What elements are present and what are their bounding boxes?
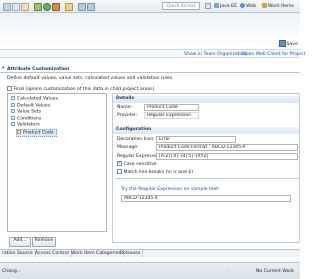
print-icon[interactable] [21, 3, 29, 11]
folder-icon [11, 122, 15, 126]
editor-tabs: ration Source Access Control Work Item C… [0, 249, 300, 257]
details-header: Details [113, 96, 299, 103]
match-line-breaks-row[interactable]: Match line breaks (\n \r and $) [117, 169, 193, 175]
tree-item-value-sets[interactable]: Value Sets [11, 109, 41, 115]
tab-access-control[interactable]: Access Control [33, 250, 72, 257]
match-line-breaks-checkbox[interactable] [117, 169, 122, 174]
decoration-icon-select[interactable]: Error [156, 136, 236, 143]
add-button[interactable]: Add... [9, 237, 31, 247]
section-title: Attribute Customization [7, 66, 70, 72]
details-panel: Details Name: Product Code Provider: Reg… [112, 93, 300, 243]
save-toolbar-icon[interactable] [12, 3, 20, 11]
open-perspective-icon[interactable] [205, 3, 211, 9]
perspective-web[interactable]: Web [240, 2, 256, 10]
editor-links-bar: Show in Team Organization | Open Web Cli… [0, 49, 305, 58]
sample-text-field[interactable]: ABCD-12345-X [121, 195, 291, 202]
run-icon[interactable] [43, 3, 51, 11]
name-label: Name: [117, 105, 133, 110]
message-field[interactable]: Product Code Format : ABCD-12345-X [156, 144, 298, 151]
sample-text-hint: Try the Regular Expression on sample tex… [121, 187, 220, 192]
folder-icon [11, 109, 15, 113]
search-toolbar-icon[interactable] [65, 3, 73, 11]
tree-item-product-code[interactable]: Product Code [16, 128, 57, 137]
debug-icon[interactable] [34, 3, 42, 11]
back-icon[interactable] [78, 3, 86, 11]
regular-expression-field[interactable]: [A-Z]{4}-\d{5}-[XYZ] [156, 153, 298, 160]
tab-configuration-source[interactable]: ration Source [0, 250, 36, 257]
java-ee-icon [214, 2, 219, 8]
match-line-breaks-label: Match line breaks (\n \r and $) [123, 169, 194, 175]
provider-field: Regular Expression [144, 112, 199, 119]
quick-access-placeholder: Quick Access [167, 3, 196, 9]
message-label: Message: [117, 145, 139, 150]
final-checkbox-label: Final (ignore customization of this data… [13, 86, 155, 92]
folder-icon [11, 115, 15, 120]
regex-test-group: Try the Regular Expression on sample tex… [115, 178, 299, 204]
section-description: Define default values, value sets, calcu… [7, 76, 174, 81]
perspective-work-items[interactable]: Work Items [262, 2, 294, 10]
provider-label: Provider: [117, 113, 138, 118]
link-separator: | [238, 51, 240, 57]
tree-item-default-values[interactable]: Default Values [11, 102, 50, 109]
tab-work-item-categories[interactable]: Work Item Categories [69, 250, 124, 257]
tree-item-conditions[interactable]: Conditions [11, 115, 41, 122]
current-work-status[interactable]: No Current Work [256, 269, 294, 274]
tree-item-validators[interactable]: Validators [11, 122, 40, 128]
forward-icon[interactable] [87, 3, 95, 11]
case-sensitive-label: Case sensitive [123, 161, 157, 167]
perspective-java-ee[interactable]: Java EE [214, 2, 237, 10]
web-icon [240, 2, 245, 8]
section-expand-icon[interactable]: ▾ [2, 66, 4, 71]
save-button[interactable]: Save [279, 40, 298, 47]
remove-button[interactable]: Remove [32, 237, 56, 247]
new-icon[interactable] [3, 3, 11, 11]
status-left-text: Chang... [2, 269, 22, 274]
customization-tree: Calculated Values Default Values Value S… [7, 93, 107, 232]
final-checkbox-row[interactable]: Final (ignore customization of this data… [7, 86, 154, 92]
name-field[interactable]: Product Code [144, 104, 199, 111]
tab-releases[interactable]: Releases [118, 250, 144, 257]
save-icon [279, 40, 286, 47]
attribute-customization-header[interactable]: ▾ Attribute Customization [0, 66, 300, 73]
folder-icon [11, 96, 15, 100]
validator-icon [17, 129, 21, 134]
main-toolbar: Quick Access Java EE Web Work Items [0, 0, 300, 13]
quick-access-input[interactable]: Quick Access [162, 2, 200, 10]
case-sensitive-row[interactable]: Case sensitive [117, 160, 157, 167]
status-separator-icon: ⋮ [225, 268, 230, 273]
editor-header: Save [0, 13, 300, 48]
open-web-client-link[interactable]: Open Web Client for Project [242, 52, 305, 57]
work-items-icon [262, 2, 267, 8]
case-sensitive-checkbox[interactable] [117, 160, 122, 166]
status-bar: Chang... ⋮ No Current Work [0, 262, 300, 279]
folder-icon [11, 102, 15, 107]
external-tools-icon[interactable] [52, 3, 60, 11]
configuration-header: Configuration [113, 127, 299, 134]
tree-item-calculated-values[interactable]: Calculated Values [11, 96, 58, 102]
final-checkbox[interactable] [7, 86, 12, 91]
decoration-icon-label: Decoration Icon: [117, 137, 155, 142]
